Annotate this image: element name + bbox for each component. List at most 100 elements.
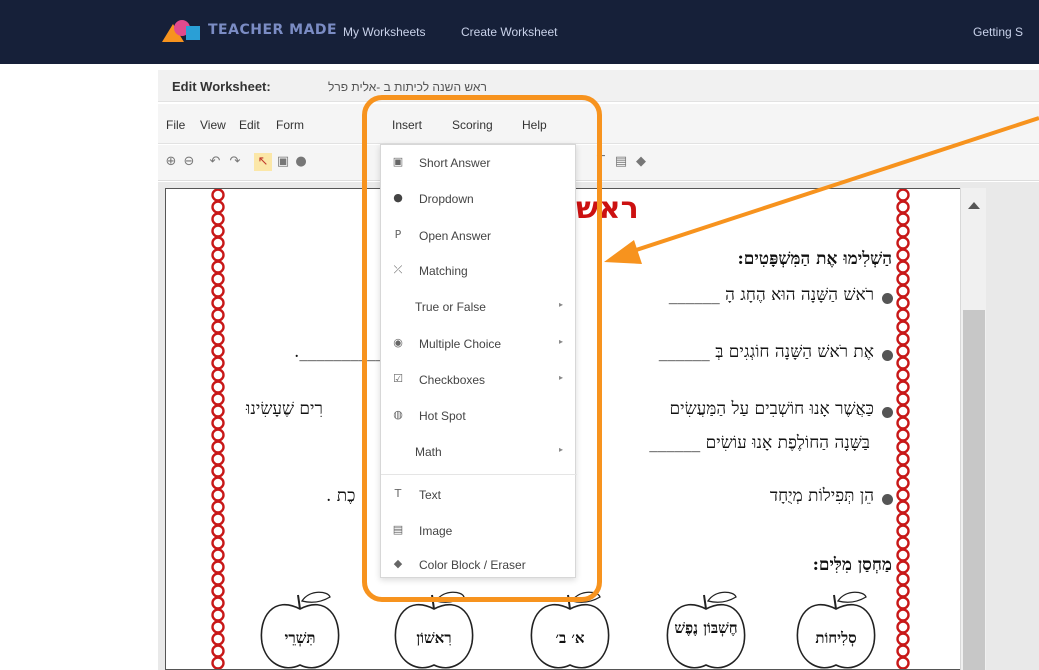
border-bead [896,260,910,274]
zoom-in-icon[interactable]: ⊕ [162,153,180,171]
border-bead [211,200,225,214]
border-bead [211,212,225,226]
edit-worksheet-label: Edit Worksheet: [172,79,271,94]
border-bead [896,548,910,562]
border-bead [211,248,225,262]
dropdown-tool-icon[interactable]: ● [292,153,310,171]
brand-name[interactable]: TEACHER MADE [208,22,337,38]
bullet-icon [882,407,893,418]
border-bead [211,524,225,538]
border-bead [211,284,225,298]
redo-icon[interactable]: ↷ [226,153,244,171]
border-bead [896,632,910,646]
sentence-3: כַּאֲשֶׁר אָנוּ חוֹשְׁבִים עַל הַמַּעֲשִ… [669,399,874,419]
border-bead [211,596,225,610]
border-bead [211,344,225,358]
border-bead [211,560,225,574]
sentence-2: אֶת רֹאשׁ הַשָּׁנָה חוֹגְגִים בְּ ______ [658,342,874,362]
scroll-thumb[interactable] [963,310,985,670]
eraser-tool-icon[interactable]: ◆ [632,153,650,171]
nav-link-my-worksheets[interactable]: My Worksheets [343,25,425,39]
border-bead [896,296,910,310]
border-bead [211,512,225,526]
sentence-3-line-2: בַּשָּׁנָה הַחוֹלֶפֶת אָנוּ עוֹשִׂים ___… [649,433,870,453]
vertical-scrollbar[interactable] [960,188,986,670]
border-bead [896,488,910,502]
border-bead [211,584,225,598]
border-bead [896,644,910,658]
nav-link-create-worksheet[interactable]: Create Worksheet [461,25,558,39]
menu-file[interactable]: File [166,118,185,132]
border-bead [896,248,910,262]
undo-icon[interactable]: ↶ [206,153,224,171]
sentence-1: רֹאשׁ הַשָּׁנָה הוּא הֶחָג הָ ______ [668,285,874,305]
border-bead [896,560,910,574]
border-bead [896,368,910,382]
border-bead [896,428,910,442]
app-window: TEACHER MADE My Worksheets Create Worksh… [0,0,1039,670]
decorative-border-right [896,189,910,669]
border-bead [211,356,225,370]
border-bead [896,608,910,622]
border-bead [211,260,225,274]
select-arrow-icon[interactable]: ↖ [254,153,272,171]
bullet-icon [882,350,893,361]
border-bead [211,632,225,646]
border-bead [211,189,225,202]
border-bead [211,476,225,490]
border-bead [211,464,225,478]
word-bank-item: חֶשְׁבּוֹן נֶפֶשׁ [674,619,738,637]
border-bead [896,464,910,478]
zoom-out-icon[interactable]: ⊖ [180,153,198,171]
border-bead [896,596,910,610]
border-bead [896,344,910,358]
border-bead [211,548,225,562]
bullet-icon [882,494,893,505]
decorative-border-left [211,189,225,669]
border-bead [211,320,225,334]
word-bank-item: סְלִיחוֹת [815,629,857,647]
border-bead [896,272,910,286]
border-bead [896,189,910,202]
border-bead [896,512,910,526]
border-bead [896,452,910,466]
sentence-3-end: רִים שֶׁעָשִׂינוּ [246,399,323,419]
border-bead [896,356,910,370]
border-bead [896,392,910,406]
border-bead [211,428,225,442]
border-bead [211,272,225,286]
border-bead [896,656,910,669]
short-answer-tool-icon[interactable]: ▣ [274,153,292,171]
border-bead [896,500,910,514]
highlight-rounded-box [362,95,602,602]
teacher-made-logo-icon[interactable] [160,18,206,44]
image-tool-icon[interactable]: ▤ [612,153,630,171]
menu-view[interactable]: View [200,118,226,132]
menu-edit[interactable]: Edit [239,118,260,132]
border-bead [896,380,910,394]
menu-format[interactable]: Form [276,118,304,132]
border-bead [211,224,225,238]
border-bead [896,236,910,250]
nav-link-getting-started[interactable]: Getting S [973,25,1023,39]
border-bead [211,368,225,382]
border-bead [896,284,910,298]
border-bead [211,500,225,514]
border-bead [211,452,225,466]
worksheet-name-field[interactable]: ראש השנה לכיתות ב -אלית פרל [328,80,487,94]
border-bead [896,524,910,538]
border-bead [211,308,225,322]
border-bead [896,620,910,634]
border-bead [211,572,225,586]
edit-worksheet-bar: Edit Worksheet: ראש השנה לכיתות ב -אלית … [158,70,1039,102]
bullet-icon [882,293,893,304]
border-bead [211,236,225,250]
instruction-heading: הַשְׁלִימוּ אֶת הַמִּשְׁפָּטִים: [737,249,892,269]
border-bead [211,440,225,454]
border-bead [211,608,225,622]
border-bead [896,308,910,322]
border-bead [211,620,225,634]
border-bead [896,536,910,550]
word-bank-heading: מַחְסַן מִלִּים: [812,555,892,575]
scroll-up-arrow-icon[interactable] [968,202,980,209]
